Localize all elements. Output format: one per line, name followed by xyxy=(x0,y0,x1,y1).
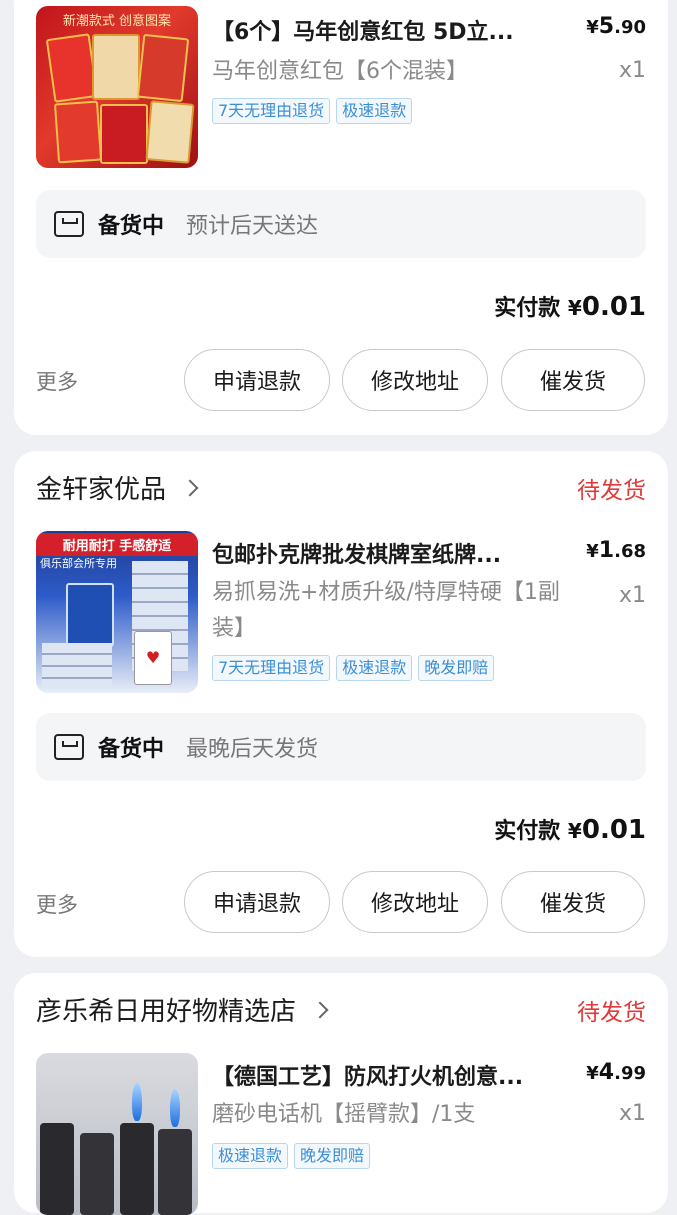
paid-amount: 实付款 ¥0.01 xyxy=(494,292,646,322)
product-image-lighters[interactable] xyxy=(36,1053,198,1215)
apply-refund-button[interactable]: 申请退款 xyxy=(184,871,330,933)
order-status: 待发货 xyxy=(577,1000,646,1026)
service-tags: 极速退款 晚发即赔 xyxy=(212,1143,371,1169)
product-qty: x1 xyxy=(618,58,646,83)
product-title[interactable]: 【6个】马年创意红包 5D立... xyxy=(212,14,542,46)
shop-name: 彦乐希日用好物精选店 xyxy=(36,997,297,1027)
shipping-status-bar[interactable]: 备货中 预计后天送达 xyxy=(36,190,646,258)
lighter xyxy=(80,1133,114,1215)
thumb-sub-text: 俱乐部会所专用 xyxy=(40,557,117,570)
shipping-status-bar[interactable]: 备货中 最晚后天发货 xyxy=(36,713,646,781)
product-spec: 易抓易洗+材质升级/特厚特硬【1副装】 xyxy=(212,580,560,641)
product-spec: 磨砂电话机【摇臂款】/1支 xyxy=(212,1102,476,1127)
envelope-card xyxy=(53,100,103,164)
package-icon xyxy=(54,211,84,237)
change-address-button[interactable]: 修改地址 xyxy=(342,871,488,933)
tag-late-compensation: 晚发即赔 xyxy=(294,1143,371,1169)
shipping-eta: 最晚后天发货 xyxy=(186,737,319,762)
more-button[interactable]: 更多 xyxy=(36,366,78,396)
envelope-card xyxy=(136,33,190,103)
product-title[interactable]: 包邮扑克牌批发棋牌室纸牌... xyxy=(212,537,542,569)
shop-name: 金轩家优品 xyxy=(36,475,167,505)
tag-fast-refund: 极速退款 xyxy=(212,1143,289,1169)
shipping-state: 备货中 xyxy=(98,214,165,239)
shipping-eta: 预计后天送达 xyxy=(186,214,319,239)
product-image-red-envelope[interactable]: 新潮款式 创意图案 xyxy=(36,6,198,168)
product-qty: x1 xyxy=(618,583,646,608)
order-card-1: 新潮款式 创意图案 【6个】马年创意红包 5D立... ¥5.90 马年创意红包… xyxy=(14,0,668,435)
blue-flame xyxy=(132,1083,142,1121)
card-box-stack xyxy=(42,643,112,687)
product-price: ¥4.99 xyxy=(586,1060,646,1085)
lighter xyxy=(120,1123,154,1215)
shop-name-link[interactable]: 金轩家优品 xyxy=(36,469,199,506)
envelope-card xyxy=(100,104,148,164)
envelope-card xyxy=(145,100,195,164)
thumb-banner-text: 新潮款式 创意图案 xyxy=(62,14,172,29)
urge-shipping-button[interactable]: 催发货 xyxy=(501,871,645,933)
playing-card-heart: ♥ xyxy=(134,631,172,685)
chevron-right-icon xyxy=(311,1001,329,1018)
product-price: ¥1.68 xyxy=(586,538,646,563)
order-card-2: 金轩家优品 待发货 耐用耐打 手感舒适 俱乐部会所专用 ♥ 包邮扑克牌批发棋牌室… xyxy=(14,451,668,957)
tag-fast-refund: 极速退款 xyxy=(336,655,413,681)
chevron-right-icon xyxy=(181,479,199,496)
card-box xyxy=(66,583,114,647)
lighter xyxy=(158,1129,192,1215)
tag-7day-return: 7天无理由退货 xyxy=(212,98,331,124)
service-tags: 7天无理由退货 极速退款 xyxy=(212,98,413,124)
product-price: ¥5.90 xyxy=(586,14,646,39)
change-address-button[interactable]: 修改地址 xyxy=(342,349,488,411)
product-title[interactable]: 【德国工艺】防风打火机创意... xyxy=(212,1059,542,1091)
more-button[interactable]: 更多 xyxy=(36,889,78,919)
service-tags: 7天无理由退货 极速退款 晚发即赔 xyxy=(212,655,495,681)
order-card-3: 彦乐希日用好物精选店 待发货 【德国工艺】防风打火机创意... ¥4.99 磨砂… xyxy=(14,973,668,1215)
envelope-card xyxy=(45,33,99,103)
shop-name-link[interactable]: 彦乐希日用好物精选店 xyxy=(36,991,329,1028)
blue-flame xyxy=(170,1089,180,1127)
product-image-playing-cards[interactable]: 耐用耐打 手感舒适 俱乐部会所专用 ♥ xyxy=(36,531,198,693)
envelope-card xyxy=(92,34,140,100)
urge-shipping-button[interactable]: 催发货 xyxy=(501,349,645,411)
product-qty: x1 xyxy=(618,1101,646,1126)
order-status: 待发货 xyxy=(577,478,646,504)
package-icon xyxy=(54,734,84,760)
tag-late-compensation: 晚发即赔 xyxy=(418,655,495,681)
tag-fast-refund: 极速退款 xyxy=(336,98,413,124)
product-spec: 马年创意红包【6个混装】 xyxy=(212,59,468,84)
paid-amount: 实付款 ¥0.01 xyxy=(494,815,646,845)
lighter xyxy=(40,1123,74,1215)
thumb-banner-text: 耐用耐打 手感舒适 xyxy=(36,533,198,556)
apply-refund-button[interactable]: 申请退款 xyxy=(184,349,330,411)
tag-7day-return: 7天无理由退货 xyxy=(212,655,331,681)
shipping-state: 备货中 xyxy=(98,737,165,762)
